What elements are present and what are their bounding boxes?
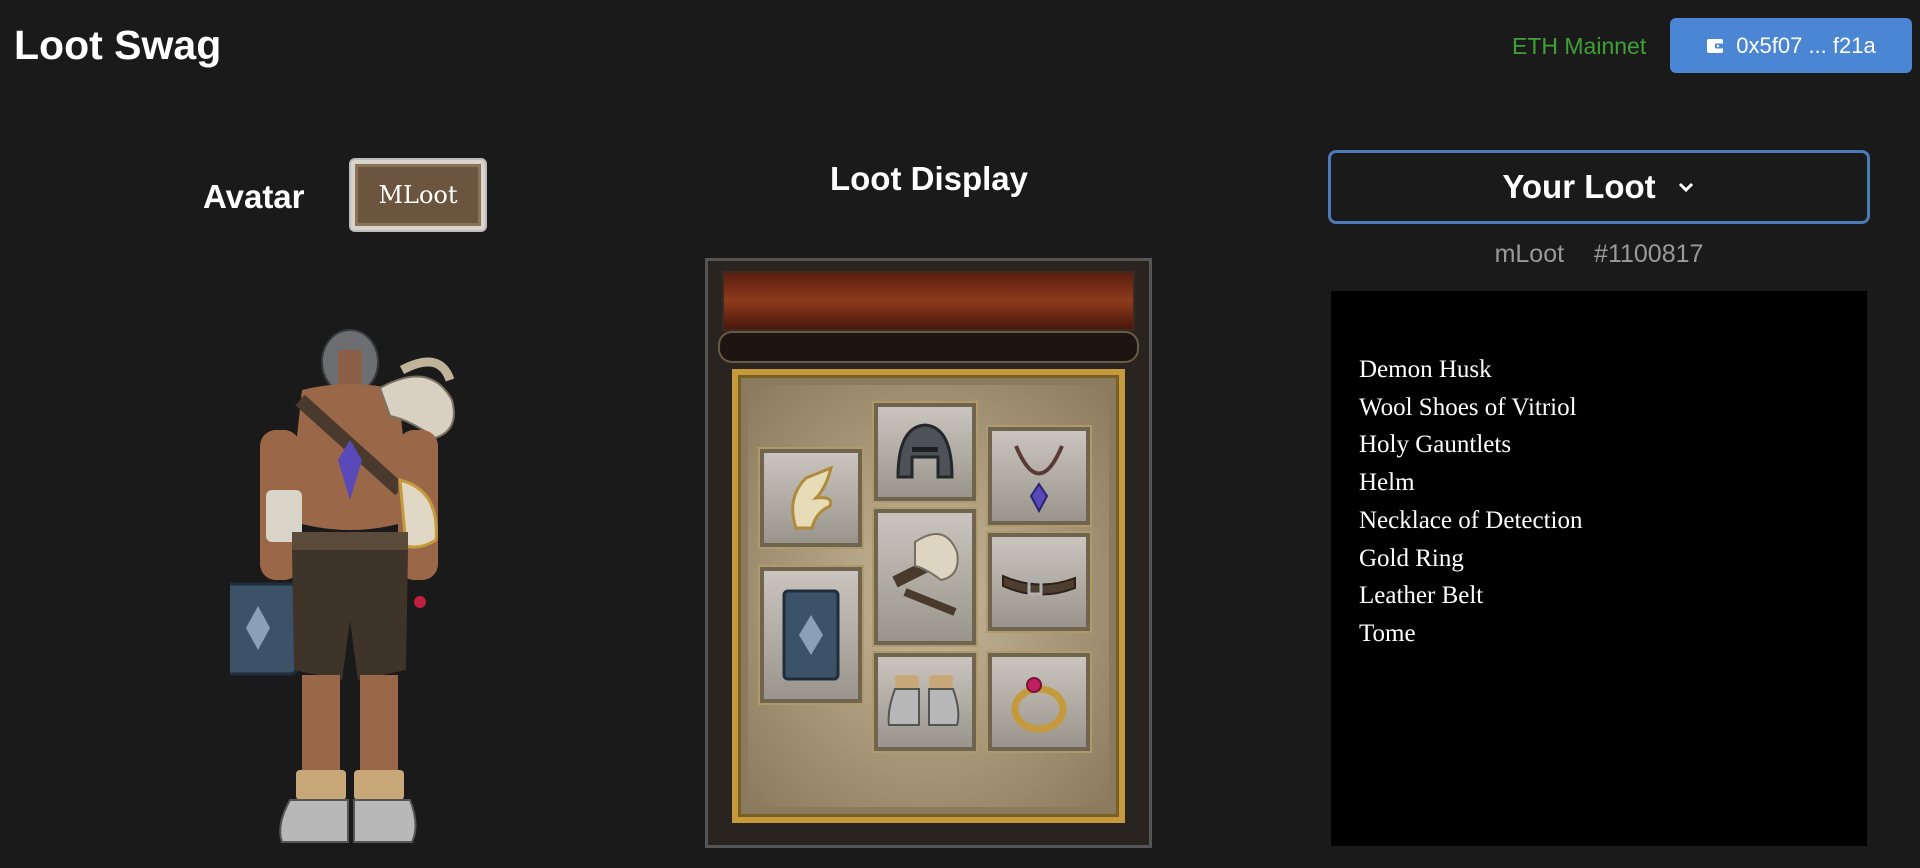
slot-demon-husk[interactable]	[874, 509, 976, 645]
wallet-icon	[1707, 38, 1724, 53]
loot-display-heading: Loot Display	[829, 160, 1029, 197]
demon-husk-icon	[892, 533, 959, 616]
avatar-heading: Avatar	[203, 178, 305, 215]
wallet-button[interactable]: 0x5f07 ... f21a	[1670, 18, 1912, 73]
loot-select-label: Your Loot	[1502, 168, 1656, 205]
loot-item: Gold Ring	[1359, 544, 1464, 572]
slot-gold-ring[interactable]	[988, 653, 1090, 751]
top-bar: Loot Swag ETH Mainnet 0x5f07 ... f21a	[0, 0, 1920, 92]
loot-display-frame	[705, 258, 1152, 848]
network-label: ETH Mainnet	[1512, 33, 1647, 59]
token-info: mLoot #1100817	[1328, 240, 1870, 269]
shoes-icon	[887, 675, 960, 726]
belt-icon	[1002, 574, 1076, 596]
collection-name: mLoot	[1494, 240, 1565, 268]
loot-item: Demon Husk	[1359, 356, 1492, 383]
token-id: #1100817	[1594, 240, 1704, 268]
tome-icon	[782, 589, 840, 681]
mloot-badge-button[interactable]: MLoot	[351, 160, 485, 230]
frame-title-bar	[718, 331, 1139, 363]
slot-gauntlets[interactable]	[760, 449, 862, 547]
app-title: Loot Swag	[14, 22, 222, 68]
necklace-icon	[1014, 445, 1064, 514]
loot-item: Tome	[1359, 619, 1416, 647]
frame-top-banner	[722, 271, 1135, 331]
loot-grid	[732, 369, 1125, 823]
helm-icon	[896, 423, 954, 479]
slot-helm[interactable]	[874, 403, 976, 501]
wallet-address: 0x5f07 ... f21a	[1736, 32, 1876, 58]
loot-item: Helm	[1359, 469, 1415, 497]
slot-leather-belt[interactable]	[988, 533, 1090, 631]
loot-item: Wool Shoes of Vitriol	[1359, 393, 1577, 421]
slot-wool-shoes[interactable]	[874, 653, 976, 751]
loot-item: Leather Belt	[1359, 582, 1484, 610]
ring-icon	[1011, 677, 1067, 733]
chevron-down-icon	[1678, 182, 1693, 193]
loot-item-list: Demon Husk Wool Shoes of Vitriol Holy Ga…	[1331, 291, 1867, 846]
avatar-figure	[230, 329, 455, 843]
slot-necklace[interactable]	[988, 427, 1090, 525]
loot-select-dropdown[interactable]: Your Loot	[1328, 150, 1870, 224]
slot-tome[interactable]	[760, 567, 862, 703]
loot-item: Holy Gauntlets	[1359, 431, 1512, 459]
loot-item: Necklace of Detection	[1359, 506, 1583, 534]
gauntlet-icon	[791, 465, 834, 530]
